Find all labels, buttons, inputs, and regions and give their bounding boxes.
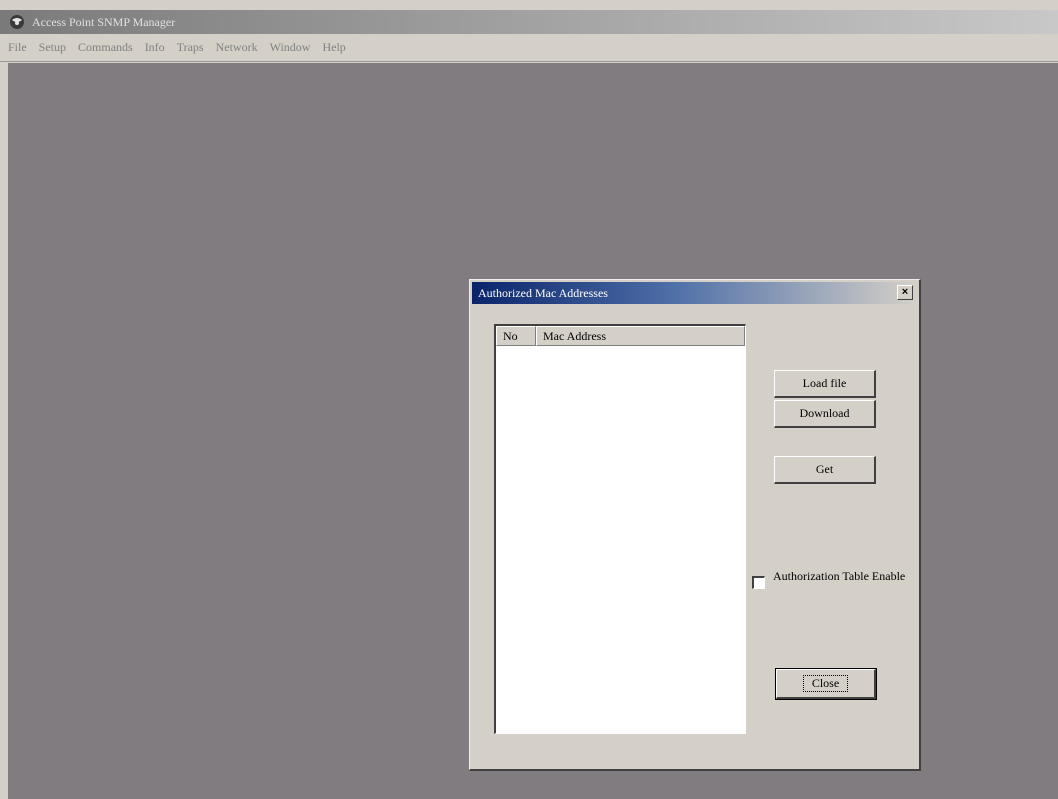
authorized-mac-dialog: Authorized Mac Addresses × No Mac Addres… [469, 279, 921, 771]
authorization-table-enable-checkbox[interactable] [752, 576, 765, 589]
menu-item-setup[interactable]: Setup [39, 40, 66, 55]
app-title-bar[interactable]: Access Point SNMP Manager [0, 10, 1058, 34]
dialog-title-bar[interactable]: Authorized Mac Addresses × [472, 282, 917, 304]
menu-item-file[interactable]: File [8, 40, 27, 55]
get-button[interactable]: Get [774, 456, 876, 484]
download-button[interactable]: Download [774, 400, 876, 428]
column-header-no[interactable]: No [496, 326, 536, 346]
list-header: No Mac Address [496, 326, 745, 346]
close-button[interactable]: Close [775, 668, 877, 700]
menu-bar: File Setup Commands Info Traps Network W… [0, 34, 1058, 62]
menu-item-commands[interactable]: Commands [78, 40, 133, 55]
app-window: Access Point SNMP Manager File Setup Com… [0, 0, 1058, 799]
menu-item-window[interactable]: Window [270, 40, 311, 55]
close-button-label: Close [802, 675, 849, 692]
column-header-mac-address[interactable]: Mac Address [536, 326, 745, 346]
close-icon[interactable]: × [897, 285, 913, 300]
menu-item-traps[interactable]: Traps [177, 40, 204, 55]
mac-address-list[interactable]: No Mac Address [494, 324, 746, 734]
menu-item-help[interactable]: Help [322, 40, 345, 55]
app-logo-icon [8, 13, 26, 31]
app-title: Access Point SNMP Manager [32, 14, 176, 29]
menu-item-network[interactable]: Network [216, 40, 258, 55]
load-file-button[interactable]: Load file [774, 370, 876, 398]
authorization-table-enable-label: Authorization Table Enable [773, 569, 906, 583]
menu-item-info[interactable]: Info [145, 40, 165, 55]
authorization-table-enable-option[interactable]: Authorization Table Enable [752, 570, 916, 589]
dialog-title: Authorized Mac Addresses [478, 285, 608, 300]
